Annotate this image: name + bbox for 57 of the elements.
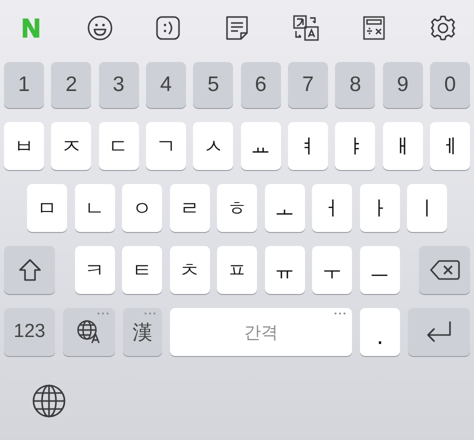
more-dots-icon bbox=[334, 312, 346, 315]
letter-key[interactable]: ㅊ bbox=[170, 246, 210, 294]
letter-key[interactable]: ㅐ bbox=[382, 122, 423, 170]
more-dots-icon bbox=[97, 312, 109, 315]
number-key[interactable]: 9 bbox=[382, 62, 423, 108]
return-icon bbox=[425, 320, 453, 344]
number-key[interactable]: 7 bbox=[288, 62, 328, 108]
letter-key[interactable]: ㅗ bbox=[264, 184, 304, 232]
language-key[interactable] bbox=[63, 308, 115, 356]
letter-key[interactable]: ㅓ bbox=[312, 184, 352, 232]
letter-key[interactable]: ㅌ bbox=[122, 246, 162, 294]
number-mode-key[interactable]: 123 bbox=[4, 308, 55, 356]
backspace-key[interactable] bbox=[419, 246, 470, 294]
smiley-icon[interactable] bbox=[86, 15, 113, 41]
number-key[interactable]: 6 bbox=[240, 62, 281, 108]
letter-key[interactable]: ㅅ bbox=[193, 122, 234, 170]
memo-icon[interactable] bbox=[226, 16, 248, 40]
number-key[interactable]: 5 bbox=[193, 62, 234, 108]
settings-icon[interactable] bbox=[430, 15, 456, 41]
hanja-key[interactable]: 漢 bbox=[123, 308, 162, 356]
number-key[interactable]: 1 bbox=[4, 62, 44, 108]
translate-icon[interactable] bbox=[292, 15, 319, 41]
number-key[interactable]: 0 bbox=[430, 62, 470, 108]
letter-key[interactable]: ㅈ bbox=[51, 122, 92, 170]
globe-letter-icon bbox=[76, 319, 102, 345]
return-key[interactable] bbox=[408, 308, 470, 356]
letter-key[interactable]: ㅑ bbox=[335, 122, 376, 170]
letter-key[interactable]: ㅜ bbox=[312, 246, 352, 294]
letter-key[interactable]: ㄱ bbox=[146, 122, 186, 170]
number-key[interactable]: 2 bbox=[51, 62, 92, 108]
calculator-icon[interactable] bbox=[363, 16, 386, 40]
letter-key[interactable]: ㅕ bbox=[288, 122, 328, 170]
letter-key[interactable]: ㅔ bbox=[430, 122, 470, 170]
number-key[interactable]: 3 bbox=[98, 62, 139, 108]
shift-icon bbox=[16, 257, 42, 283]
letter-key[interactable]: ㄴ bbox=[74, 184, 114, 232]
letter-key[interactable]: ㅍ bbox=[217, 246, 257, 294]
globe-icon[interactable] bbox=[32, 384, 66, 418]
letter-key[interactable]: ㄹ bbox=[170, 184, 210, 232]
letter-key[interactable]: ㅏ bbox=[360, 184, 400, 232]
letter-key[interactable]: ㅣ bbox=[407, 184, 447, 232]
letter-key[interactable]: ㅁ bbox=[27, 184, 67, 232]
letter-key[interactable]: ㅂ bbox=[4, 122, 44, 170]
more-dots-icon bbox=[144, 312, 156, 315]
letter-key[interactable]: ㅛ bbox=[240, 122, 281, 170]
backspace-icon bbox=[430, 259, 460, 281]
emoticon-icon[interactable] bbox=[156, 16, 180, 40]
number-key[interactable]: 4 bbox=[146, 62, 186, 108]
letter-key[interactable]: ㅡ bbox=[360, 246, 400, 294]
shift-key[interactable] bbox=[4, 246, 55, 294]
period-key[interactable]: . bbox=[360, 308, 400, 356]
letter-key[interactable]: ㅋ bbox=[74, 246, 114, 294]
letter-key[interactable]: ㅠ bbox=[264, 246, 304, 294]
letter-key[interactable]: ㅇ bbox=[122, 184, 162, 232]
number-key[interactable]: 8 bbox=[335, 62, 376, 108]
letter-key[interactable]: ㄷ bbox=[98, 122, 139, 170]
letter-key[interactable]: ㅎ bbox=[217, 184, 257, 232]
